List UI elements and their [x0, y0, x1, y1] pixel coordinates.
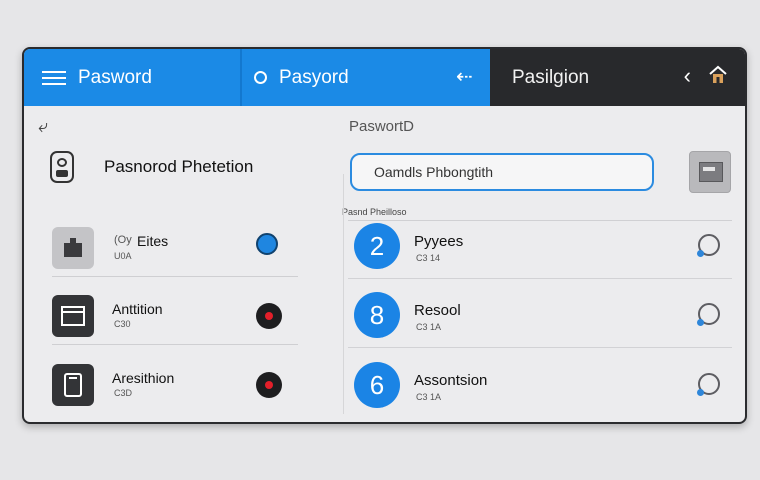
image-button[interactable] [689, 151, 731, 193]
item-subtitle: C3 1A [416, 392, 442, 402]
item-title: Assontsion [414, 372, 488, 389]
item-title: Aresithion [112, 370, 175, 386]
tab-pasilgion[interactable]: Pasilgion ‹ [490, 49, 745, 106]
main-content: ⤶ PaswortD Pasnorod Phetetion Pasnd Phei… [24, 106, 745, 422]
record-button[interactable] [256, 372, 282, 398]
item-subtitle: C30 [114, 319, 131, 329]
number-badge: 2 [354, 223, 400, 269]
item-title: Anttition [112, 301, 163, 317]
status-dot[interactable] [256, 233, 278, 255]
list-divider [348, 347, 732, 348]
radio-icon[interactable] [697, 234, 720, 257]
lock-icon [50, 151, 74, 183]
left-panel-title: Pasnorod Phetetion [104, 157, 254, 176]
item-subtitle: U0A [114, 251, 132, 261]
panel-divider [343, 174, 344, 414]
tab-pasilgion-label: Pasilgion [512, 66, 590, 88]
list-divider [348, 278, 732, 279]
item-subtitle: C3 14 [416, 253, 441, 263]
radio-icon[interactable] [697, 303, 720, 326]
list-item[interactable]: 6 Assontsion C3 1A [354, 360, 732, 412]
list-item[interactable]: Aresithion C3D [52, 360, 298, 410]
collapse-icon[interactable]: ⤶ [38, 116, 48, 137]
window-icon [52, 295, 94, 337]
back-arrow-icon[interactable]: ⇠ [456, 64, 473, 89]
tab-pasyord-label: Pasyord [279, 66, 349, 88]
item-subtitle: C3D [114, 388, 133, 398]
item-prefix: (Oy [114, 234, 132, 246]
phone-icon [52, 364, 94, 406]
tab-pasyord[interactable]: Pasyord [242, 49, 490, 106]
app-window: Pasword Pasyord Pasilgion ‹ ⇠ ⤶ PaswortD… [22, 47, 747, 424]
menu-icon[interactable] [42, 70, 66, 86]
list-divider [52, 344, 298, 345]
top-bar: Pasword Pasyord Pasilgion ‹ ⇠ [24, 49, 745, 106]
radio-icon[interactable] [697, 373, 720, 396]
list-item[interactable]: (Oy Eites U0A [52, 223, 298, 273]
list-item[interactable]: 2 Pyyees C3 14 [354, 221, 732, 273]
left-panel-header: Pasnorod Phetetion [50, 151, 253, 183]
chevron-left-icon[interactable]: ‹ [684, 63, 691, 89]
page-title: PaswortD [349, 118, 415, 135]
number-badge: 6 [354, 362, 400, 408]
list-divider [52, 276, 298, 277]
item-title: Pyyees [414, 233, 464, 250]
item-title: Resool [414, 302, 461, 319]
item-subtitle: C3 1A [416, 322, 442, 332]
item-icon [52, 227, 94, 269]
search-field[interactable] [350, 153, 654, 191]
search-input[interactable] [372, 163, 636, 181]
tab-password-label: Pasword [78, 66, 152, 88]
list-item[interactable]: 8 Resool C3 1A [354, 290, 732, 342]
section-label: Pasnd Pheilloso [342, 207, 407, 217]
home-icon[interactable] [709, 65, 727, 85]
ring-icon [254, 71, 267, 84]
item-title: Eites [137, 233, 169, 249]
number-badge: 8 [354, 292, 400, 338]
record-button[interactable] [256, 303, 282, 329]
tab-password[interactable]: Pasword [24, 49, 242, 106]
list-item[interactable]: Anttition C30 [52, 291, 298, 341]
